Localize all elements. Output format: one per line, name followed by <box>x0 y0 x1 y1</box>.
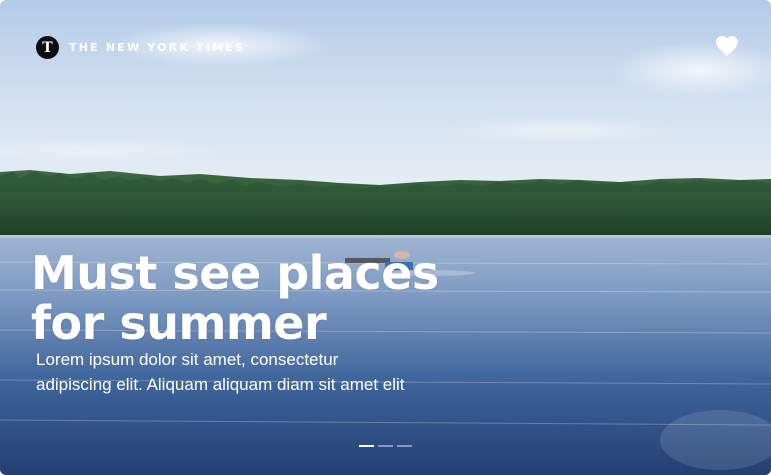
publisher-name: THE NEW YORK TIMES <box>69 41 246 54</box>
favorite-button[interactable] <box>713 33 741 59</box>
heart-icon <box>716 36 738 56</box>
pager-dot-3[interactable] <box>397 445 412 447</box>
publisher-brand[interactable]: T THE NEW YORK TIMES <box>36 36 245 59</box>
article-headline[interactable]: Must see places for summer <box>31 248 501 348</box>
lake-hero-image <box>0 0 771 475</box>
hero-card[interactable]: T THE NEW YORK TIMES Must see places for… <box>0 0 771 475</box>
pager-dot-2[interactable] <box>378 445 393 447</box>
article-summary: Lorem ipsum dolor sit amet, consectetur … <box>36 350 405 394</box>
pager-dot-1[interactable] <box>359 445 374 447</box>
carousel-pager <box>359 445 412 447</box>
nyt-logo-icon: T <box>36 36 59 59</box>
